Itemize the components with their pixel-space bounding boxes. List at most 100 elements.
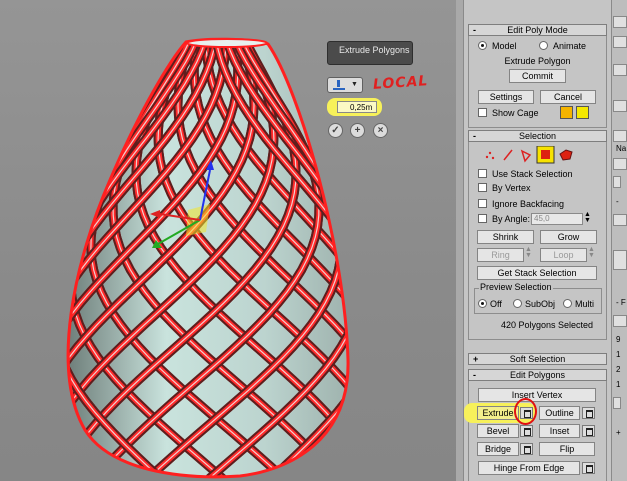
by-angle-checkbox[interactable] [478,214,487,223]
highlight-marker: 0,25m [327,98,382,116]
panel-scroll-edge[interactable] [456,0,464,481]
caddy-title: Extrude Polygons [327,41,413,65]
strip-label: 1 [616,380,621,389]
bridge-settings-button[interactable] [520,443,533,455]
loop-spinner[interactable]: ▲ ▼ [588,246,595,259]
bevel-button[interactable]: Bevel [477,424,519,438]
selection-level-icons [485,146,573,164]
edit-poly-mode-group: Model Animate Extrude Polygon Commit Set… [468,36,607,128]
ring-button[interactable]: Ring [477,248,524,262]
rollout-edit-poly-mode[interactable]: - Edit Poly Mode [468,24,607,36]
cage-selected-color-swatch[interactable] [576,106,589,119]
insert-vertex-button[interactable]: Insert Vertex [478,388,596,402]
command-panel: - Edit Poly Mode Model Animate Extrude P… [456,0,627,481]
secondary-panel-strip: Na - - F 9 1 2 1 + [611,0,627,481]
use-stack-selection-checkbox[interactable] [478,169,487,178]
extrude-amount-field[interactable]: 0,25m [337,101,377,113]
extrude-type-icon [333,80,345,90]
model-radio[interactable] [478,41,487,50]
strip-button[interactable] [613,214,627,226]
strip-button[interactable] [613,158,627,170]
extrude-button[interactable]: Extrude [477,406,519,420]
rollout-title: Selection [518,131,557,141]
vertex-icon [485,151,495,160]
strip-field[interactable] [613,250,627,270]
element-icon [559,149,573,161]
plus-icon[interactable]: + [350,123,365,138]
strip-button[interactable] [613,64,627,76]
ignore-backfacing-label: Ignore Backfacing [492,199,565,209]
angle-spinner[interactable]: ▲ ▼ [584,211,591,224]
bevel-settings-button[interactable] [520,425,533,437]
strip-expand[interactable]: + [616,428,621,437]
ring-spinner[interactable]: ▲ ▼ [525,246,532,259]
grow-button[interactable]: Grow [540,230,597,244]
extrude-type-dropdown[interactable]: ▼ [327,77,367,95]
settings-button[interactable]: Settings [478,90,534,104]
strip-button[interactable] [613,16,627,28]
strip-button[interactable] [613,315,627,327]
rollout-selection[interactable]: - Selection [468,130,607,142]
shrink-button[interactable]: Shrink [477,230,534,244]
by-vertex-label: By Vertex [492,183,531,193]
by-vertex-checkbox[interactable] [478,183,487,192]
strip-collapse[interactable]: - F [616,298,626,307]
rollout-soft-selection[interactable]: + Soft Selection [468,353,607,365]
preview-off-radio[interactable] [478,299,487,308]
preview-selection-group: Preview Selection Off SubObj Multi [474,282,602,314]
use-stack-selection-label: Use Stack Selection [492,169,573,179]
bridge-button[interactable]: Bridge [477,442,519,456]
cage-color-swatch[interactable] [560,106,573,119]
get-stack-selection-button[interactable]: Get Stack Selection [477,266,597,280]
ignore-backfacing-checkbox[interactable] [478,199,487,208]
outline-settings-button[interactable] [582,407,595,419]
strip-label: 9 [616,335,621,344]
cancel-button[interactable]: Cancel [540,90,596,104]
preview-selection-title: Preview Selection [479,282,553,292]
strip-checkbox[interactable] [613,176,621,188]
angle-input[interactable]: 45,0 [531,213,583,225]
polygon-icon [536,146,555,164]
current-operation: Extrude Polygon [504,56,571,66]
vase-top-rim [186,38,268,48]
preview-off-label: Off [490,299,502,309]
x-icon[interactable]: × [373,123,388,138]
strip-checkbox[interactable] [613,397,621,409]
annotation-circle [514,398,537,425]
hinge-from-edge-button[interactable]: Hinge From Edge [478,461,580,475]
extrude-amount-spinner[interactable]: 0,25m [327,98,385,116]
selection-status: 420 Polygons Selected [500,320,594,330]
extrude-type-button[interactable]: ▼ [327,77,363,93]
edge-icon [503,149,513,161]
animate-radio[interactable] [539,41,548,50]
strip-label: 2 [616,365,621,374]
collapse-icon: - [473,370,476,380]
check-icon[interactable]: ✓ [328,123,343,138]
preview-subobj-radio[interactable] [513,299,522,308]
strip-collapse[interactable]: - [616,197,619,206]
edit-polygons-group: Insert Vertex Extrude Outline Bevel Inse… [464,381,607,481]
inset-button[interactable]: Inset [539,424,580,438]
viewport[interactable]: Extrude Polygons ▼ LOCAL 0,25m ✓ + × [0,0,456,481]
model-label: Model [492,41,517,51]
by-angle-label: By Angle: [492,214,531,224]
loop-button[interactable]: Loop [540,248,587,262]
commit-button[interactable]: Commit [509,69,566,83]
chevron-down-icon: ▼ [351,81,358,88]
strip-button[interactable] [613,130,627,142]
rollout-edit-polygons[interactable]: - Edit Polygons [468,369,607,381]
vase-mesh[interactable] [0,0,456,481]
inset-settings-button[interactable] [582,425,595,437]
strip-label: 1 [616,350,621,359]
animate-label: Animate [553,41,587,51]
hinge-settings-button[interactable] [582,462,595,474]
preview-multi-radio[interactable] [563,299,572,308]
outline-button[interactable]: Outline [539,406,580,420]
strip-button[interactable] [613,100,627,112]
flip-button[interactable]: Flip [539,442,595,456]
show-cage-checkbox[interactable] [478,108,487,117]
rollout-title: Edit Polygons [509,370,566,380]
app-root: Extrude Polygons ▼ LOCAL 0,25m ✓ + × - E… [0,0,627,481]
strip-button[interactable] [613,36,627,48]
collapse-icon: - [473,25,476,35]
